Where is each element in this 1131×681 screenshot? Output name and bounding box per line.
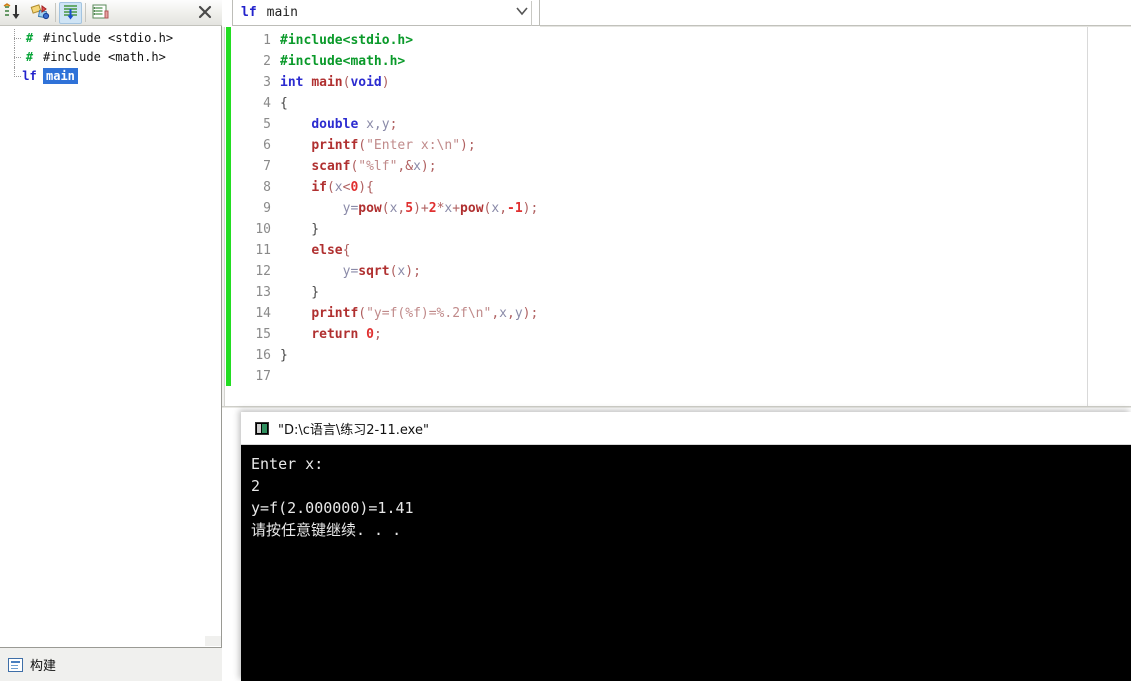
editor-left-edge [222,27,225,407]
line-number: 3 [263,75,271,90]
code-line-2: #include<math.h> [280,54,406,69]
console-line: 请按任意键继续. . . [251,521,402,539]
tree-item-label-selected: main [43,68,78,84]
function-icon: lf [22,69,37,83]
console-output: Enter x: 2 y=f(2.000000)=1.41 请按任意键继续. .… [241,445,1131,541]
line-number: 1 [263,33,271,48]
code-line-8: if(x<0){ [311,180,374,195]
code-line-10: } [280,222,320,237]
sort-alpha-icon[interactable] [2,2,25,24]
line-number: 15 [255,327,271,342]
shapes-icon[interactable] [29,2,52,24]
tree-item-label: #include <math.h> [43,50,166,64]
code-line-14: printf("y=f(%f)=%.2f\n",x,y); [311,306,539,321]
right-margin-guide [1087,27,1088,407]
chevron-down-icon[interactable] [515,6,529,19]
tree-item-main[interactable]: lf main [0,67,221,86]
line-number: 2 [263,54,271,69]
hash-icon: # [25,50,34,64]
tree-guide-line [8,29,22,48]
tree-item-include-stdio[interactable]: # #include <stdio.h> [0,29,221,48]
top-bar-filler [540,0,1131,27]
line-number: 13 [255,285,271,300]
console-title-bar[interactable]: "D:\c语言\练习2-11.exe" [241,412,1131,445]
tree-guide-line [8,48,22,67]
code-line-12: y=sqrt(x); [342,264,421,279]
code-line-1: #include<stdio.h> [280,33,414,48]
line-number: 10 [255,222,271,237]
code-line-4: { [280,96,288,111]
build-status-bar[interactable]: 构建 [0,648,222,681]
console-title-text: "D:\c语言\练习2-11.exe" [278,422,429,438]
code-line-15: return 0; [311,327,382,342]
function-icon: lf [241,5,257,20]
code-line-5: double x,y; [311,117,398,132]
line-number: 4 [263,96,271,111]
symbol-bar-divider [531,1,532,26]
tree-guide-line [8,67,22,86]
line-number: 6 [263,138,271,153]
line-number: 16 [255,348,271,363]
console-line: y=f(2.000000)=1.41 [251,499,414,517]
tree-item-label: #include <stdio.h> [43,31,174,45]
code-line-11: else{ [311,243,351,258]
build-status-label: 构建 [30,659,57,674]
console-app-icon [255,421,269,435]
tree-item-include-math[interactable]: # #include <math.h> [0,48,221,67]
code-line-3: int main(void) [280,75,390,90]
code-line-7: scanf("%lf",&x); [311,159,437,174]
line-number: 5 [263,117,271,132]
line-number: 17 [255,369,271,384]
line-number: 11 [255,243,271,258]
line-number: 12 [255,264,271,279]
code-editor[interactable]: 1 2 3 4 5 6 7 8 9 10 11 12 13 14 15 16 1… [222,27,1131,407]
code-line-16: } [280,348,288,363]
symbol-selector[interactable]: lf main [232,0,540,26]
toolbar-separator-2 [85,3,86,22]
console-window[interactable]: "D:\c语言\练习2-11.exe" Enter x: 2 y=f(2.000… [241,412,1131,681]
line-number: 7 [263,159,271,174]
properties-list-icon[interactable] [90,2,113,24]
toolbar-separator [55,3,56,22]
line-number-gutter: 1 2 3 4 5 6 7 8 9 10 11 12 13 14 15 16 1… [231,27,275,407]
code-text-area[interactable]: #include<stdio.h> #include<math.h> int m… [280,27,1131,407]
line-number: 9 [263,201,271,216]
build-log-icon [8,657,23,672]
console-line: 2 [251,477,261,495]
outline-list-icon[interactable] [59,2,82,24]
symbol-tree[interactable]: # #include <stdio.h> # #include <math.h> l… [0,26,222,648]
close-icon[interactable] [196,3,214,21]
left-panel: # #include <stdio.h> # #include <math.h> l… [0,0,222,681]
hash-icon: # [25,31,34,45]
line-number: 14 [255,306,271,321]
code-line-9: y=pow(x,5)+2*x+pow(x,-1); [342,201,539,216]
symbol-selector-label: main [266,5,298,20]
editor-bottom-divider [222,406,1131,408]
line-number: 8 [263,180,271,195]
left-panel-toolbar [0,0,222,26]
code-line-13: } [280,285,320,300]
code-line-6: printf("Enter x:\n"); [311,138,476,153]
console-line: Enter x: [251,455,324,473]
scroll-corner [205,636,221,646]
